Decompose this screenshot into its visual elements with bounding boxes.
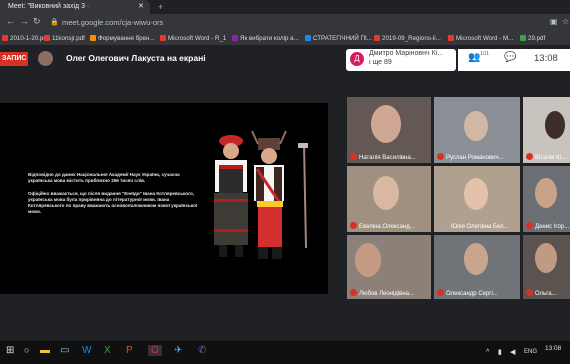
bookmark-item[interactable]: Формування брен...: [90, 32, 155, 45]
opera-icon[interactable]: O: [148, 345, 162, 356]
pdf-icon: [2, 35, 8, 41]
word-icon[interactable]: W: [82, 345, 91, 356]
volume-icon[interactable]: ◀: [510, 348, 515, 356]
telegram-icon[interactable]: ✈: [174, 345, 182, 356]
participant-tile[interactable]: Віталія Кі...: [523, 97, 570, 163]
participant-name: Наталія Василівна...: [359, 155, 416, 161]
windows-start-icon[interactable]: ⊞: [6, 345, 14, 356]
file-explorer-icon[interactable]: ▬: [40, 345, 50, 356]
excel-icon[interactable]: X: [104, 345, 111, 356]
participant-tile[interactable]: Евеліна Олександ...: [347, 166, 431, 232]
participant-tile[interactable]: Наталія Василівна...: [347, 97, 431, 163]
desktop-icon[interactable]: ▭: [60, 345, 69, 356]
pdf-icon: [374, 35, 380, 41]
powerpoint-icon[interactable]: P: [126, 345, 133, 356]
mic-muted-icon: [526, 153, 533, 160]
doc-icon: [305, 35, 311, 41]
search-icon[interactable]: ○: [24, 345, 29, 355]
star-icon[interactable]: ☆: [562, 17, 569, 26]
bookmark-item[interactable]: 2019-09_Regions-li...: [374, 32, 441, 45]
pdf-icon: [160, 35, 166, 41]
battery-icon[interactable]: ▮: [498, 348, 502, 356]
slide-paragraph: Відповідно до даних Національної Академі…: [28, 172, 180, 184]
participant-tile[interactable]: ⋮⋮ Юлія Олегівна Бел...: [434, 166, 520, 232]
pdf-icon: [448, 35, 454, 41]
participant-video: [355, 243, 381, 277]
participant-name: Дмитро Маріновнч Кі...: [369, 50, 444, 57]
page-icon: [232, 35, 238, 41]
page-icon: [520, 35, 526, 41]
participant-video: [535, 178, 557, 208]
viber-icon[interactable]: ✆: [198, 345, 206, 356]
tab-title: Meet: "Виковний захід 3 ·: [8, 3, 90, 10]
participant-tile[interactable]: Денис Ігор...: [523, 166, 570, 232]
presenter-avatar: [38, 51, 53, 66]
close-tab-icon[interactable]: ✕: [138, 0, 144, 14]
taskbar-clock[interactable]: 13:08: [545, 345, 561, 352]
mic-muted-icon: [350, 153, 357, 160]
participant-video: [464, 243, 488, 275]
participant-name: Ольга...: [535, 291, 557, 297]
mic-muted-icon: [526, 222, 533, 229]
tray-chevron-icon[interactable]: ^: [486, 349, 489, 356]
browser-tab[interactable]: Meet: "Виковний захід 3 · ✕: [0, 0, 150, 14]
new-tab-button[interactable]: +: [158, 0, 163, 14]
speaking-icon: ⋮⋮: [437, 224, 449, 230]
participant-video: [373, 176, 399, 210]
participant-name: Денис Ігор...: [535, 224, 570, 230]
record-badge: ЗАПИС: [0, 52, 28, 66]
participant-video: [535, 243, 557, 273]
camera-icon[interactable]: ▣: [550, 17, 558, 26]
lock-icon[interactable]: 🔒: [50, 18, 59, 26]
bookmark-item[interactable]: 11konsjr.pdf: [44, 32, 85, 45]
chat-icon[interactable]: 💬: [504, 52, 516, 63]
bookmark-item[interactable]: СТРАТЕГІЧНИЙ ПІ...: [305, 32, 372, 45]
forward-icon[interactable]: →: [20, 16, 29, 26]
participant-name: Олександр Сергі...: [446, 291, 498, 297]
back-icon[interactable]: ←: [6, 16, 15, 26]
url-text[interactable]: meet.google.com/cja-wiwu-ors: [62, 15, 163, 31]
mic-muted-icon: [437, 289, 444, 296]
slide-text: Відповідно до даних Національної Академі…: [28, 172, 198, 222]
participant-tile[interactable]: Руслан Романович...: [434, 97, 520, 163]
participant-name: Евеліна Олександ...: [359, 224, 415, 230]
participant-name: Руслан Романович...: [446, 155, 504, 161]
bookmark-item[interactable]: Microsoft Word - M...: [448, 32, 513, 45]
bookmark-item[interactable]: 29.pdf: [520, 32, 545, 45]
bookmark-item[interactable]: Як вибрати колір а...: [232, 32, 299, 45]
participant-tile[interactable]: Любов Леонідівна...: [347, 235, 431, 299]
avatar: Д: [350, 52, 364, 66]
mic-muted-icon: [350, 289, 357, 296]
bookmark-item[interactable]: Microsoft Word - R_1: [160, 32, 226, 45]
participant-video: [464, 111, 488, 141]
presenter-text: Олег Олегович Лакуста на екрані: [66, 53, 206, 63]
meeting-clock: 13:08: [534, 53, 558, 64]
participant-video: [464, 178, 488, 210]
language-indicator[interactable]: ENG: [524, 349, 537, 355]
participant-video: [545, 111, 565, 139]
mic-muted-icon: [437, 153, 444, 160]
participant-name: Віталія Кі...: [535, 155, 566, 161]
reload-icon[interactable]: ↻: [33, 16, 41, 27]
slide-paragraph: Офіційно вважається, що після видання "Е…: [28, 190, 198, 215]
people-count: 101: [480, 51, 490, 57]
page-icon: [90, 35, 96, 41]
participant-name: Любов Леонідівна...: [359, 291, 414, 297]
participant-tile[interactable]: Ольга...: [523, 235, 570, 299]
participant-more: і ще 89: [369, 59, 392, 66]
bookmark-item[interactable]: 2010-1-20.pdf: [2, 32, 49, 45]
mic-muted-icon: [350, 222, 357, 229]
pdf-icon: [44, 35, 50, 41]
participant-name: Юлія Олегівна Бел...: [451, 224, 509, 230]
shared-slide: Відповідно до даних Національної Академі…: [0, 103, 328, 294]
participant-tile[interactable]: Олександр Сергі...: [434, 235, 520, 299]
mic-muted-icon: [526, 289, 533, 296]
bookmarks-bar: 2010-1-20.pdf 11konsjr.pdf Формування бр…: [0, 32, 570, 46]
people-icon[interactable]: 👥: [468, 52, 480, 63]
